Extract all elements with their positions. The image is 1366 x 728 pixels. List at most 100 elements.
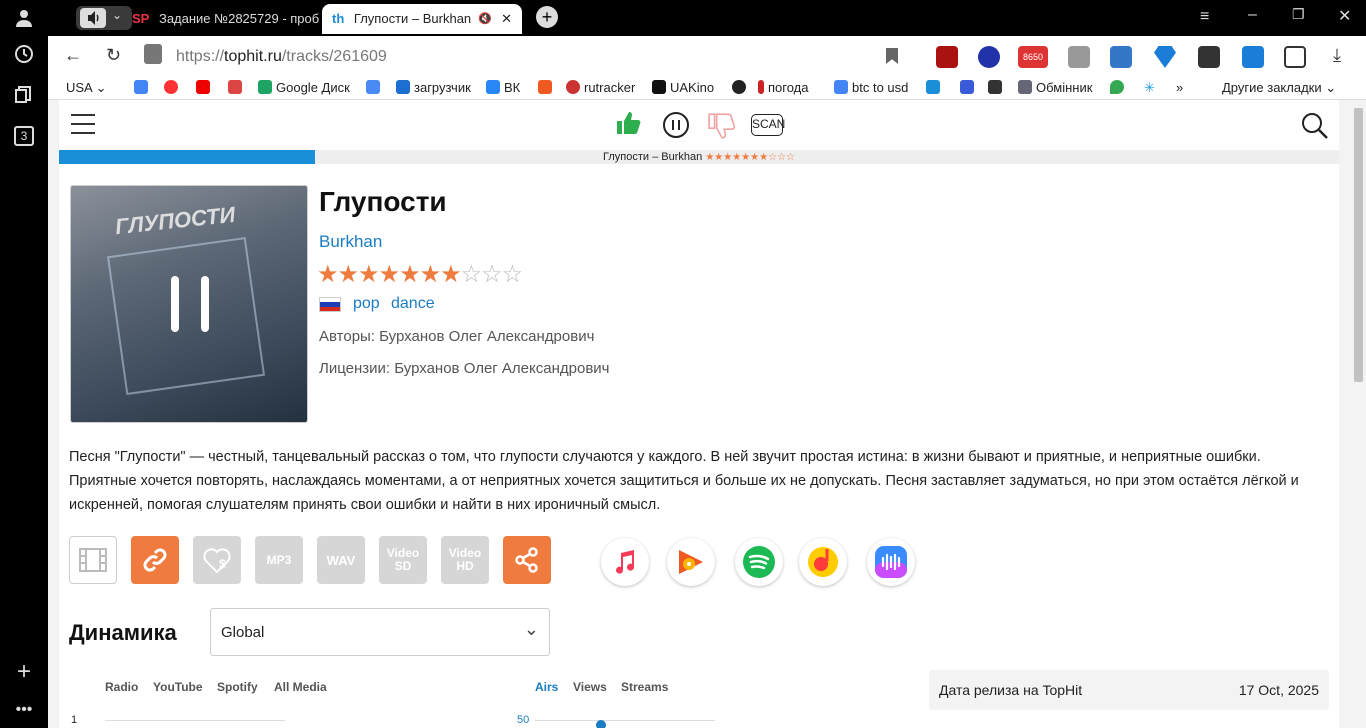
menu-icon[interactable]: ≡	[1200, 8, 1209, 26]
vpn-icon[interactable]	[978, 46, 1000, 68]
bookmark-downloader[interactable]: загрузчик	[396, 79, 471, 97]
pause-circle-icon[interactable]	[663, 112, 689, 138]
back-icon[interactable]: ←	[64, 45, 82, 66]
wav-button[interactable]: WAV	[317, 536, 365, 584]
search-icon[interactable]	[1301, 112, 1329, 145]
close-tab-icon[interactable]: ✕	[501, 4, 512, 34]
video-button[interactable]	[69, 536, 117, 584]
bookmark-uakino[interactable]: UAKino	[652, 79, 714, 97]
genre-pop[interactable]: pop	[353, 295, 380, 313]
bookmark-arrow[interactable]	[960, 79, 978, 97]
collections-icon[interactable]	[12, 84, 36, 108]
new-tab-icon[interactable]: +	[536, 6, 558, 28]
rating-stars[interactable]: ★★★★★★★☆☆☆	[317, 260, 523, 289]
now-playing-bar[interactable]: Глупости – Burkhan ★★★★★★★☆☆☆	[59, 150, 1339, 164]
link-button[interactable]	[131, 536, 179, 584]
tab-audio-icon[interactable]: 🔇	[478, 4, 492, 34]
reload-icon[interactable]: ↻	[106, 45, 121, 66]
chevron-down-icon[interactable]: ⌄	[112, 8, 122, 22]
extensions-icon[interactable]	[1284, 46, 1306, 68]
speaker-icon[interactable]	[80, 8, 106, 28]
filled-star-icon[interactable]: ★	[358, 261, 379, 288]
bookmark-usa[interactable]: USA ⌄	[66, 79, 107, 97]
vk-music-icon[interactable]	[867, 538, 915, 586]
minimize-icon[interactable]: –	[1248, 6, 1257, 24]
download-icon[interactable]	[1242, 46, 1264, 68]
filled-star-icon[interactable]: ★	[399, 261, 420, 288]
bookmark-rutracker[interactable]: rutracker	[566, 79, 635, 97]
yandex-music-icon[interactable]	[799, 538, 847, 586]
filled-star-icon[interactable]: ★	[317, 261, 338, 288]
translate-icon[interactable]	[1110, 46, 1132, 68]
bookmark-p[interactable]	[926, 79, 944, 97]
bookmark-google[interactable]	[134, 79, 152, 97]
close-window-icon[interactable]: ✕	[1338, 6, 1351, 26]
tab-views[interactable]: Views	[573, 680, 607, 694]
downloads-list-icon[interactable]: ⤓	[1326, 46, 1348, 68]
cover-pause-bar-right[interactable]	[201, 276, 209, 332]
bookmark-btc[interactable]: btc to usd	[834, 79, 908, 97]
bookmark-translate[interactable]	[366, 79, 384, 97]
filled-star-icon[interactable]: ★	[338, 261, 359, 288]
add-panel-icon[interactable]: +	[12, 660, 36, 684]
lock-icon[interactable]	[144, 44, 162, 64]
bookmark-gmail[interactable]	[228, 79, 246, 97]
like-icon[interactable]	[615, 110, 641, 141]
share-button[interactable]	[503, 536, 551, 584]
price-extension-icon[interactable]: 8650	[1018, 46, 1048, 68]
artist-link[interactable]: Burkhan	[319, 232, 382, 252]
tab-spotify[interactable]: Spotify	[217, 680, 258, 694]
filled-star-icon[interactable]: ★	[440, 261, 461, 288]
bookmark-icon[interactable]	[886, 48, 898, 64]
hamburger-menu-icon[interactable]	[71, 114, 95, 134]
youtube-music-icon[interactable]	[667, 538, 715, 586]
bookmarks-more[interactable]: »	[1176, 79, 1183, 97]
empty-star-icon[interactable]: ☆	[461, 261, 482, 288]
bookmark-google-drive[interactable]: Google Диск	[258, 79, 350, 97]
empty-star-icon[interactable]: ☆	[502, 261, 523, 288]
reader-icon[interactable]	[1198, 46, 1220, 68]
video-sd-button[interactable]: Video SD	[379, 536, 427, 584]
tab-streams[interactable]: Streams	[621, 680, 668, 694]
bookmark-exchanger[interactable]: Обмінник	[1018, 79, 1092, 97]
diamond-icon[interactable]	[1154, 46, 1176, 68]
dislike-icon[interactable]	[707, 112, 736, 145]
tab-zadanie[interactable]: SP Задание №2825729 - проб	[122, 4, 322, 34]
other-bookmarks[interactable]: Другие закладки ⌄	[1222, 79, 1336, 97]
bookmark-yandex[interactable]	[164, 79, 182, 97]
filled-star-icon[interactable]: ★	[379, 261, 400, 288]
mp3-button[interactable]: MP3	[255, 536, 303, 584]
bookmark-person[interactable]	[732, 79, 750, 97]
tab-all-media[interactable]: All Media	[274, 680, 327, 694]
bookmark-weather[interactable]: погода	[758, 79, 809, 97]
bookmark-maps[interactable]	[1110, 79, 1128, 97]
bookmark-f[interactable]	[538, 79, 556, 97]
donate-button[interactable]: $	[193, 536, 241, 584]
bookmark-star[interactable]: ✳	[1144, 79, 1155, 97]
cover-pause-bar-left[interactable]	[171, 276, 179, 332]
tab-radio[interactable]: Radio	[105, 680, 138, 694]
scan-button[interactable]: SCAN	[751, 114, 785, 136]
bookmark-bc[interactable]	[988, 79, 1006, 97]
genre-dance[interactable]: dance	[391, 295, 435, 313]
bookmark-youtube[interactable]	[196, 79, 214, 97]
region-select[interactable]: Global ⌄	[210, 608, 550, 656]
apple-music-icon[interactable]	[601, 538, 649, 586]
restore-icon[interactable]: ❐	[1292, 6, 1305, 23]
tab-active-track[interactable]: th Глупости – Burkhan 🔇 ✕	[322, 4, 522, 34]
more-icon[interactable]: •••	[12, 698, 36, 722]
spotify-icon[interactable]	[735, 538, 783, 586]
filled-star-icon[interactable]: ★	[420, 261, 441, 288]
empty-star-icon[interactable]: ☆	[481, 261, 502, 288]
bookmark-vk[interactable]: ВК	[486, 79, 520, 97]
tabs-count-icon[interactable]: 3	[12, 124, 36, 148]
scrollbar[interactable]	[1351, 100, 1366, 728]
ublock-icon[interactable]	[936, 46, 958, 68]
tab-airs[interactable]: Airs	[535, 680, 558, 694]
video-hd-button[interactable]: Video HD	[441, 536, 489, 584]
briefcase-icon[interactable]	[1068, 46, 1090, 68]
scrollbar-thumb[interactable]	[1354, 108, 1363, 382]
address-bar[interactable]: https://tophit.ru/tracks/261609	[176, 48, 387, 66]
tab-youtube[interactable]: YouTube	[153, 680, 203, 694]
history-icon[interactable]	[12, 44, 36, 68]
